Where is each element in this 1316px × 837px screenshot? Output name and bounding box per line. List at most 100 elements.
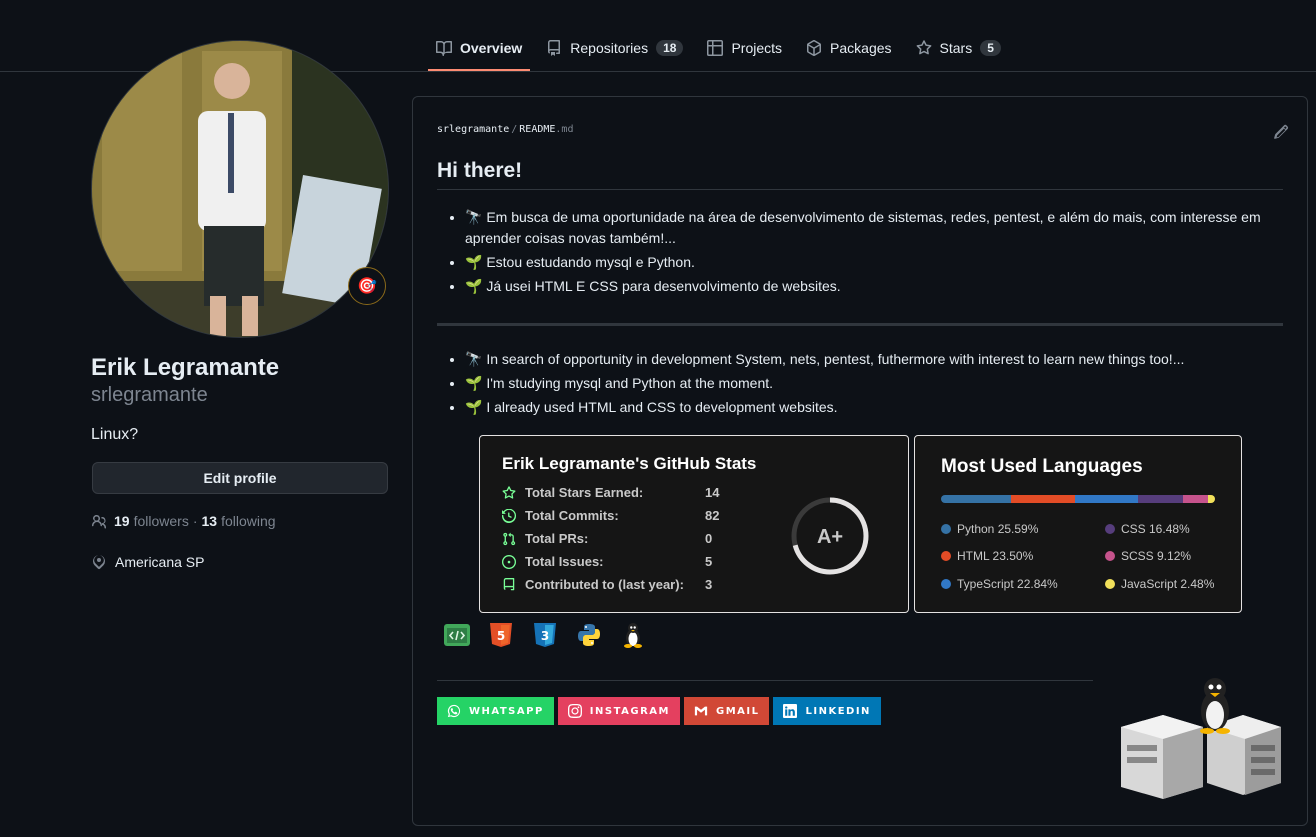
history-icon: [502, 508, 516, 523]
profile-readme: srlegramante/README.md Hi there! 🔭 Em bu…: [412, 96, 1308, 826]
linkedin-icon: [783, 704, 798, 718]
code-icon: [443, 621, 471, 649]
tab-overview[interactable]: Overview: [428, 26, 531, 71]
list-item: 🌱 Já usei HTML E CSS para desenvolviment…: [465, 276, 1285, 297]
language-html: HTML 23.50%: [941, 549, 1033, 563]
whatsapp-label: WHATSAPP: [469, 705, 544, 717]
tab-repositories[interactable]: Repositories 18: [538, 26, 691, 70]
language-bar-segment: [1075, 495, 1139, 503]
followers-link[interactable]: followers: [134, 513, 189, 529]
python-icon: [575, 621, 603, 649]
tab-packages[interactable]: Packages: [798, 26, 899, 70]
stat-value: 82: [705, 508, 720, 523]
grade-text: A+: [817, 526, 843, 548]
readme-list-en: 🔭 In search of opportunity in developmen…: [465, 349, 1285, 421]
follow-stats: 19 followers · 13 following: [91, 513, 276, 529]
whatsapp-badge[interactable]: WHATSAPP: [437, 697, 554, 725]
gmail-icon: [694, 706, 708, 716]
repositories-count-badge: 18: [656, 40, 684, 56]
gmail-badge[interactable]: GMAIL: [683, 697, 770, 725]
linkedin-badge[interactable]: LINKEDIN: [773, 697, 881, 725]
follow-separator: ·: [192, 513, 198, 529]
table-icon: [707, 40, 724, 56]
location-icon: [93, 555, 105, 570]
star-icon: [916, 40, 931, 55]
horizontal-rule: [437, 323, 1283, 326]
languages-bar: [941, 495, 1215, 503]
following-link[interactable]: following: [221, 513, 275, 529]
tab-projects[interactable]: Projects: [699, 26, 790, 70]
stat-row-stars: Total Stars Earned: 14: [502, 485, 719, 500]
language-javascript: JavaScript 2.48%: [1105, 577, 1214, 591]
section-divider: [437, 680, 1093, 681]
stat-value: 14: [705, 485, 720, 500]
linux-tux-icon: [619, 621, 647, 649]
stat-label: Total Commits:: [525, 508, 619, 523]
avatar[interactable]: [91, 40, 389, 338]
list-item: 🌱 Estou estudando mysql e Python.: [465, 252, 1285, 273]
stat-row-prs: Total PRs: 0: [502, 531, 712, 546]
instagram-badge[interactable]: INSTAGRAM: [557, 697, 680, 725]
tab-stars[interactable]: Stars 5: [908, 26, 1009, 70]
profile-full-name: Erik Legramante: [91, 354, 280, 381]
repo-icon: [503, 577, 515, 590]
star-icon: [502, 485, 516, 499]
tech-icons: 5 3: [443, 621, 647, 649]
languages-title: Most Used Languages: [941, 456, 1143, 477]
grade-ring: A+: [791, 497, 869, 575]
location-text: Americana SP: [115, 554, 205, 570]
profile-login: srlegramante: [91, 384, 208, 406]
stat-label: Total PRs:: [525, 531, 589, 546]
tab-repositories-label: Repositories: [570, 40, 649, 56]
readme-owner-link[interactable]: srlegramante: [437, 124, 509, 135]
language-bar-segment: [1208, 495, 1215, 503]
list-item: 🌱 I'm studying mysql and Python at the m…: [465, 373, 1285, 394]
people-icon: [91, 515, 107, 529]
list-item: 🌱 I already used HTML and CSS to develop…: [465, 397, 1285, 418]
followers-count[interactable]: 19: [114, 513, 130, 529]
svg-text:5: 5: [497, 629, 505, 643]
list-item: 🔭 In search of opportunity in developmen…: [465, 349, 1285, 370]
pencil-icon[interactable]: [1273, 124, 1289, 140]
top-languages-card[interactable]: Most Used Languages Python 25.59% CSS 16…: [914, 435, 1242, 613]
linkedin-label: LINKEDIN: [805, 705, 871, 717]
instagram-label: INSTAGRAM: [589, 705, 670, 717]
language-bar-segment: [1138, 495, 1184, 503]
gmail-label: GMAIL: [715, 705, 760, 717]
instagram-icon: [567, 704, 582, 718]
tab-projects-label: Projects: [731, 40, 783, 56]
stat-value: 5: [705, 554, 713, 569]
profile-bio: Linux?: [91, 426, 139, 443]
tab-overview-label: Overview: [460, 40, 523, 56]
stats-title: Erik Legramante's GitHub Stats: [502, 454, 757, 473]
pull-request-icon: [503, 532, 516, 545]
stat-label: Total Issues:: [525, 554, 604, 569]
readme-file[interactable]: README: [519, 124, 555, 135]
language-css: CSS 16.48%: [1105, 522, 1190, 536]
language-bar-segment: [1011, 495, 1076, 503]
readme-path: srlegramante / README.md: [437, 124, 574, 135]
following-count[interactable]: 13: [202, 513, 218, 529]
avatar-photo: [92, 41, 388, 337]
status-emoji[interactable]: 🎯: [348, 267, 386, 305]
language-python: Python 25.59%: [941, 522, 1038, 536]
stat-value: 0: [705, 531, 713, 546]
list-item: 🔭 Em busca de uma oportunidade na área d…: [465, 207, 1285, 249]
stars-count-badge: 5: [980, 40, 1001, 56]
github-stats-card[interactable]: Erik Legramante's GitHub Stats Total Sta…: [479, 435, 909, 613]
language-scss: SCSS 9.12%: [1105, 549, 1191, 563]
edit-profile-button[interactable]: Edit profile: [92, 462, 388, 494]
whatsapp-icon: [447, 704, 461, 718]
tab-stars-label: Stars: [939, 40, 973, 56]
package-icon: [807, 40, 822, 56]
book-icon: [436, 40, 452, 56]
stat-value: 3: [705, 577, 713, 592]
svg-text:3: 3: [541, 629, 549, 643]
stat-label: Total Stars Earned:: [525, 485, 644, 500]
html5-icon: 5: [487, 621, 515, 649]
readme-heading: Hi there!: [437, 159, 1283, 190]
contact-badges: WHATSAPP INSTAGRAM GMAIL LINKEDIN: [437, 697, 881, 725]
language-typescript: TypeScript 22.84%: [941, 577, 1058, 591]
language-bar-segment: [941, 495, 1012, 503]
profile-location: Americana SP: [91, 554, 204, 570]
